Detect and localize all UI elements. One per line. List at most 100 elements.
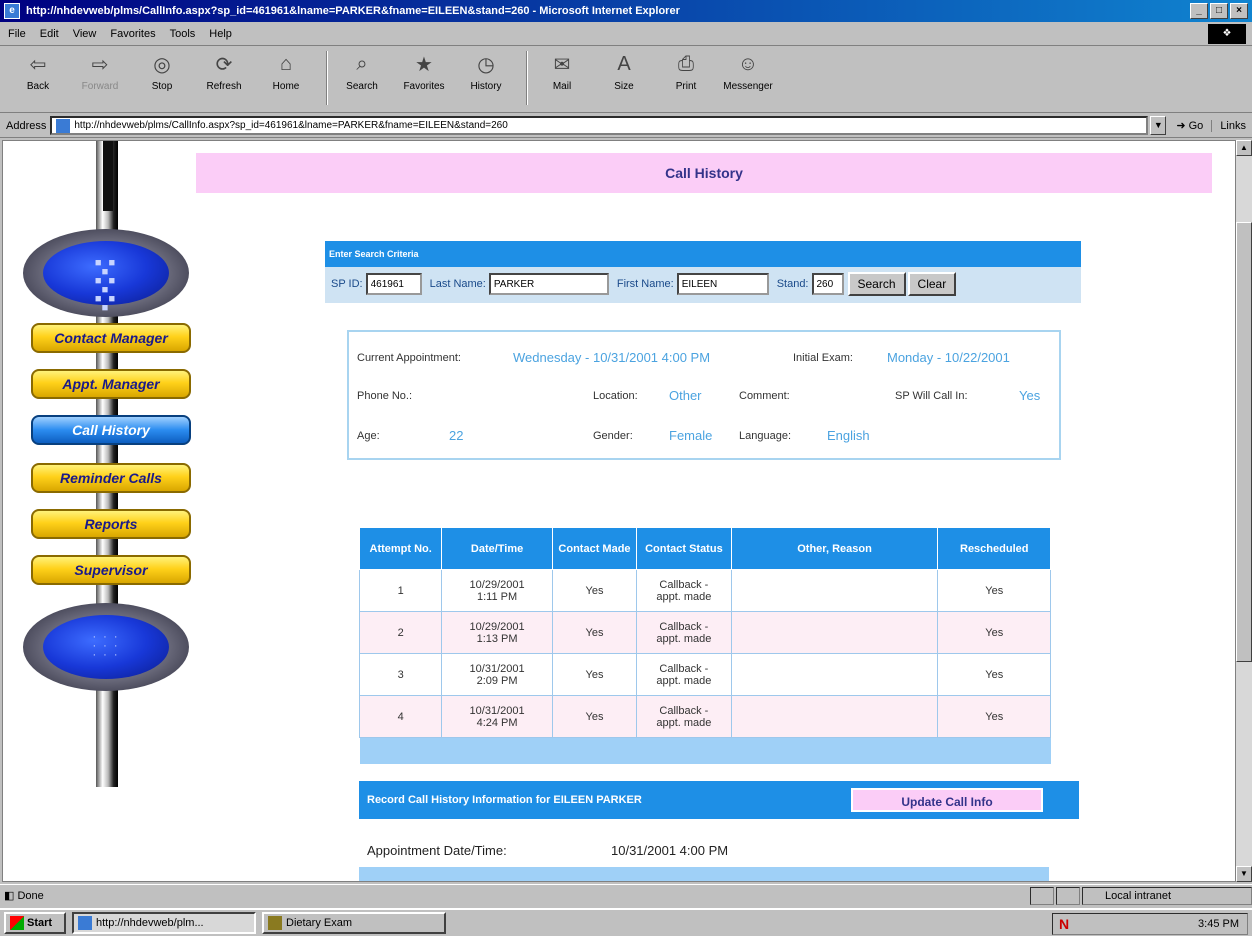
clear-button[interactable]: Clear — [907, 272, 957, 296]
history-button[interactable]: ◷ History — [458, 51, 514, 93]
address-url: http://nhdevweb/plms/CallInfo.aspx?sp_id… — [74, 120, 508, 131]
stop-icon: ◎ — [153, 53, 171, 76]
last-name-input[interactable] — [488, 273, 609, 295]
refresh-icon: ⟳ — [215, 53, 233, 76]
refresh-button[interactable]: ⟳ Refresh — [196, 51, 252, 93]
table-row: 2 10/29/2001 1:13 PM Yes Callback - appt. … — [358, 611, 1051, 654]
age-label: Age: — [357, 430, 380, 442]
print-icon: ⎙ — [678, 52, 694, 75]
start-button[interactable]: Start — [4, 912, 66, 934]
forward-button[interactable]: ⇨ Forward — [72, 51, 128, 93]
nav-appt-manager[interactable]: Appt. Manager — [31, 369, 191, 399]
scroll-down-arrow-icon[interactable]: ▼ — [1236, 866, 1252, 882]
record-call-bar: Record Call History Information for EILE… — [359, 781, 1079, 819]
messenger-button[interactable]: ☺ Messenger — [720, 51, 776, 93]
minimize-button[interactable]: _ — [1190, 3, 1208, 19]
sp-id-input[interactable] — [365, 273, 422, 295]
table-row: 4 10/31/2001 4:24 PM Yes Callback - appt. … — [358, 695, 1051, 738]
rescheduled-cell: Yes — [937, 695, 1051, 738]
menu-file[interactable]: File — [8, 28, 26, 40]
page-viewport: ■ ■ ■ ■ ■ ■ ■ ■ ■ Contact Manager Appt. Ma… — [2, 140, 1236, 882]
current-appt-label: Current Appointment: — [357, 352, 461, 364]
search-panel: Enter Search Criteria SP ID: Last Name: … — [325, 241, 1081, 303]
close-button[interactable]: × — [1230, 3, 1248, 19]
stop-button[interactable]: ◎ Stop — [134, 51, 190, 93]
stand-input[interactable] — [811, 273, 844, 295]
maximize-button[interactable]: □ — [1210, 3, 1228, 19]
window-title-bar: e http://nhdevweb/plms/CallInfo.aspx?sp_… — [0, 0, 1252, 22]
messenger-icon: ☺ — [737, 52, 759, 75]
menu-view[interactable]: View — [73, 28, 97, 40]
print-button[interactable]: ⎙ Print — [658, 51, 714, 93]
tray-clock: 3:45 PM — [1198, 918, 1239, 930]
call-history-table: Attempt No. Date/Time Contact Made Conta… — [358, 527, 1051, 764]
menu-help[interactable]: Help — [209, 28, 232, 40]
size-button[interactable]: A Size — [596, 51, 652, 93]
mail-button[interactable]: ✉ Mail — [534, 51, 590, 93]
search-heading: Enter Search Criteria — [325, 241, 1081, 267]
favorites-button[interactable]: ★ Favorites — [396, 51, 452, 93]
language-label: Language: — [739, 430, 791, 442]
mail-icon: ✉ — [553, 53, 571, 76]
address-label: Address — [6, 119, 47, 132]
datetime-cell: 10/31/2001 4:24 PM — [441, 695, 553, 738]
window-title: http://nhdevweb/plms/CallInfo.aspx?sp_id… — [26, 5, 680, 17]
menu-favorites[interactable]: Favorites — [110, 28, 155, 40]
toolbar-separator — [526, 51, 528, 105]
menu-tools[interactable]: Tools — [170, 28, 196, 40]
search-button[interactable]: ⌕ Search — [334, 51, 390, 93]
scroll-thumb[interactable] — [1236, 222, 1252, 662]
rescheduled-cell: Yes — [937, 611, 1051, 654]
taskbar-item-dietary-exam[interactable]: Dietary Exam — [262, 912, 446, 934]
menu-bar: File Edit View Favorites Tools Help ❖ — [0, 22, 1252, 46]
datetime-cell: 10/29/2001 1:11 PM — [441, 569, 553, 612]
favorites-icon: ★ — [415, 53, 433, 76]
home-button[interactable]: ⌂ Home — [258, 51, 314, 93]
nav-reports[interactable]: Reports — [31, 509, 191, 539]
nav-pole-top-decoration — [103, 141, 113, 211]
toolbar-separator — [326, 51, 328, 105]
first-name-label: First Name: — [616, 278, 674, 290]
home-icon: ⌂ — [279, 52, 293, 75]
appointment-datetime-label: Appointment Date/Time: — [367, 843, 507, 858]
sp-will-call-label: SP Will Call In: — [895, 390, 968, 402]
back-arrow-icon: ⇦ — [29, 53, 47, 76]
update-call-info-button[interactable]: Update Call Info — [851, 788, 1043, 812]
phone-label: Phone No.: — [357, 390, 413, 402]
attempt-cell: 3 — [358, 653, 443, 696]
bottom-orb-decoration: · · · · · · · · · — [23, 603, 189, 691]
gender-label: Gender: — [593, 430, 633, 442]
language-value: English — [827, 428, 870, 443]
nav-call-history[interactable]: Call History — [31, 415, 191, 445]
address-bar: Address http://nhdevweb/plms/CallInfo.as… — [0, 114, 1252, 138]
reason-cell — [730, 695, 939, 738]
search-submit-button[interactable]: Search — [847, 272, 906, 296]
vertical-scrollbar[interactable]: ▲ ▼ — [1236, 140, 1252, 882]
go-button[interactable]: ➜ Go — [1176, 119, 1203, 132]
nav-reminder-calls[interactable]: Reminder Calls — [31, 463, 191, 493]
first-name-input[interactable] — [676, 273, 769, 295]
location-label: Location: — [593, 390, 638, 402]
nav-contact-manager[interactable]: Contact Manager — [31, 323, 191, 353]
links-button[interactable]: Links — [1211, 119, 1252, 132]
address-input[interactable]: http://nhdevweb/plms/CallInfo.aspx?sp_id… — [50, 116, 1149, 135]
windows-flag-icon: ❖ — [1208, 24, 1246, 44]
col-contact-status: Contact Status — [636, 527, 732, 570]
contact-made-cell: Yes — [551, 695, 638, 738]
browser-toolbar: ⇦ Back ⇨ Forward ◎ Stop ⟳ Refresh ⌂ Home ⌕ Sea… — [0, 47, 1252, 113]
size-icon: A — [617, 52, 631, 75]
scroll-up-arrow-icon[interactable]: ▲ — [1236, 140, 1252, 156]
rescheduled-cell: Yes — [937, 569, 1051, 612]
comment-label: Comment: — [739, 390, 790, 402]
security-zone: Local intranet — [1082, 886, 1252, 905]
taskbar-item-browser[interactable]: http://nhdevweb/plm... — [72, 912, 256, 934]
attempt-cell: 4 — [358, 695, 443, 738]
contact-status-cell: Callback - appt. made — [636, 611, 732, 654]
tray-n-icon[interactable]: N — [1059, 916, 1069, 932]
back-button[interactable]: ⇦ Back — [10, 51, 66, 93]
menu-edit[interactable]: Edit — [40, 28, 59, 40]
col-contact-made: Contact Made — [551, 527, 638, 570]
nav-supervisor[interactable]: Supervisor — [31, 555, 191, 585]
table-row: 1 10/29/2001 1:11 PM Yes Callback - appt. … — [358, 569, 1051, 612]
address-dropdown-button[interactable]: ▼ — [1150, 116, 1167, 135]
